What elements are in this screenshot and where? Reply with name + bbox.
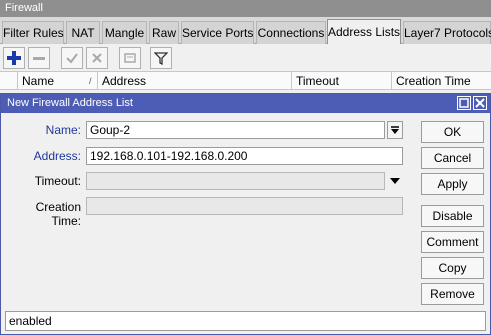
enable-icon <box>66 53 78 64</box>
tab-nat[interactable]: NAT <box>66 21 100 44</box>
filter-icon <box>154 52 168 65</box>
toolbar <box>0 44 491 71</box>
name-label: Name: <box>45 123 81 137</box>
copy-button[interactable]: Copy <box>421 257 484 279</box>
tab-connections[interactable]: Connections <box>256 21 326 44</box>
comment-button-dialog[interactable]: Comment <box>421 231 484 253</box>
column-creation-time[interactable]: Creation Time <box>391 72 491 90</box>
column-timeout[interactable]: Timeout <box>291 72 391 90</box>
tab-service-ports[interactable]: Service Ports <box>181 21 254 44</box>
name-dropdown-button[interactable] <box>387 121 403 139</box>
remove-icon <box>33 57 45 60</box>
comment-icon <box>124 53 136 63</box>
address-field[interactable]: 192.168.0.101-192.168.0.200 <box>86 147 403 165</box>
add-button[interactable] <box>3 47 25 69</box>
creation-time-label: Creation Time: <box>35 200 81 228</box>
timeout-dropdown-button[interactable] <box>387 172 403 190</box>
add-icon <box>7 51 21 65</box>
comment-button[interactable] <box>119 47 141 69</box>
timeout-field[interactable] <box>86 172 385 190</box>
maximize-icon <box>459 98 469 108</box>
chevron-down-icon <box>390 178 400 184</box>
close-button[interactable] <box>473 96 487 110</box>
dialog-title: New Firewall Address List <box>1 94 490 113</box>
filter-button[interactable] <box>150 47 172 69</box>
arrow-down-icon <box>391 126 399 134</box>
tab-bar: Filter Rules NAT Mangle Raw Service Port… <box>0 17 491 45</box>
close-icon <box>475 98 485 108</box>
column-select[interactable] <box>0 72 18 90</box>
tab-raw[interactable]: Raw <box>149 21 179 44</box>
remove-button-dialog[interactable]: Remove <box>421 283 484 305</box>
timeout-label: Timeout: <box>34 174 81 188</box>
tab-layer7-protocols[interactable]: Layer7 Protocols <box>403 21 491 44</box>
table-header: Name / Address Timeout Creation Time <box>0 71 491 90</box>
disable-icon <box>92 53 102 63</box>
column-address[interactable]: Address <box>97 72 291 90</box>
sort-indicator-icon: / <box>89 76 92 86</box>
status-bar: enabled <box>5 311 486 331</box>
enable-button[interactable] <box>61 47 83 69</box>
column-name[interactable]: Name <box>17 72 97 90</box>
remove-button[interactable] <box>28 47 50 69</box>
creation-time-field <box>86 197 403 215</box>
name-field[interactable]: Goup-2 <box>86 121 385 139</box>
window-title: Firewall <box>0 0 491 17</box>
tab-filter-rules[interactable]: Filter Rules <box>2 21 64 44</box>
ok-button[interactable]: OK <box>421 121 484 143</box>
cancel-button[interactable]: Cancel <box>421 147 484 169</box>
apply-button[interactable]: Apply <box>421 173 484 195</box>
maximize-button[interactable] <box>457 96 471 110</box>
tab-address-lists[interactable]: Address Lists <box>327 19 401 45</box>
new-address-list-dialog: New Firewall Address List Name: Goup-2 A… <box>0 93 491 335</box>
address-label: Address: <box>33 149 81 163</box>
disable-button[interactable] <box>86 47 108 69</box>
disable-button-dialog[interactable]: Disable <box>421 205 484 227</box>
tab-mangle[interactable]: Mangle <box>102 21 147 44</box>
